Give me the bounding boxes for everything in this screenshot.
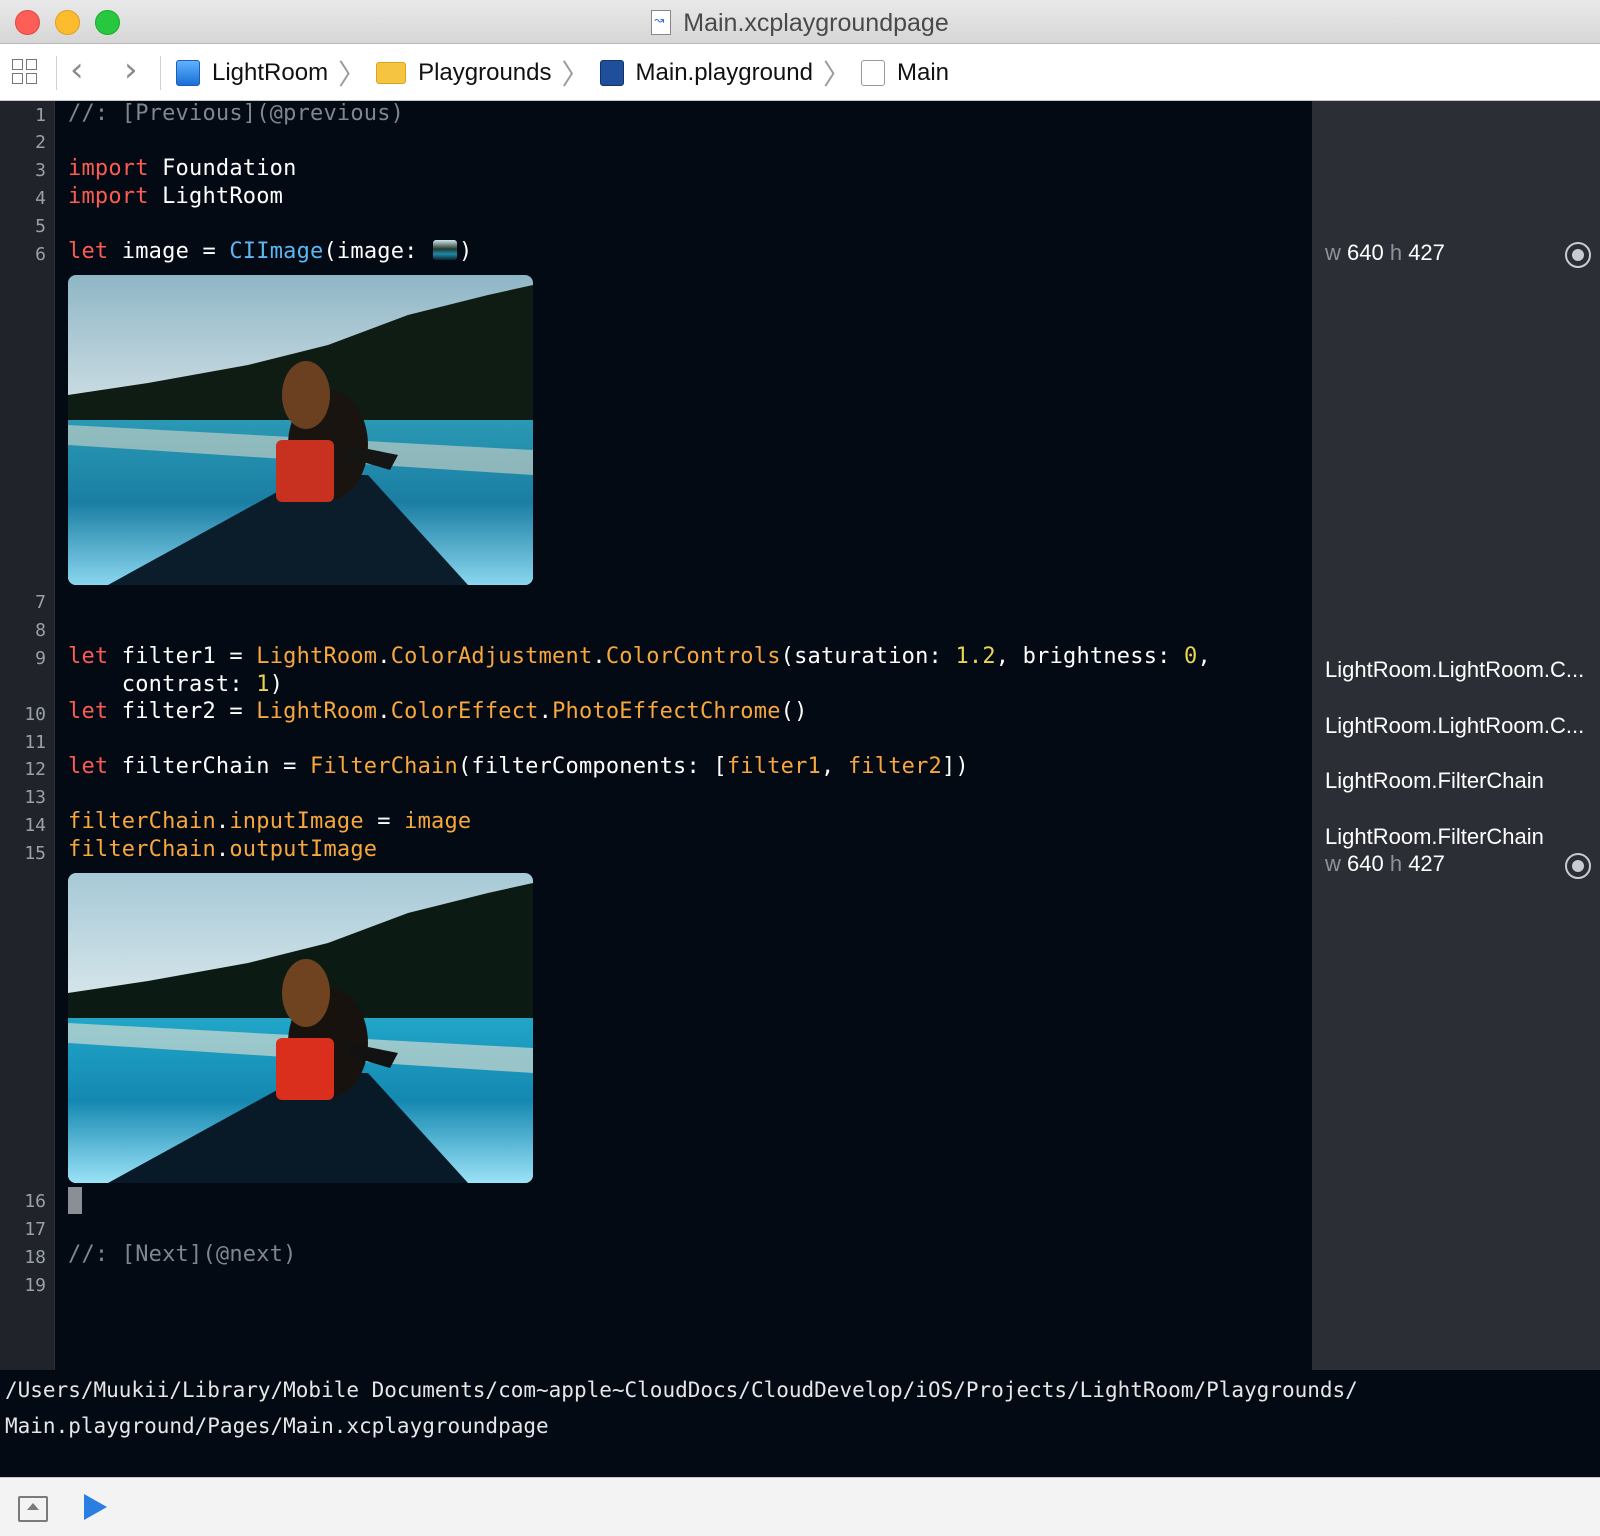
line-number: 15: [24, 843, 46, 864]
code-line-let-filterchain[interactable]: let filterChain = FilterChain(filterComp…: [68, 754, 969, 779]
project-icon: [176, 59, 200, 86]
folder-icon: [376, 61, 407, 84]
source-editor[interactable]: 1 2 3 4 5 6 7 8 9 10 11 12 13 14 15 16 1…: [0, 101, 1312, 1370]
debug-bar: [0, 1477, 1600, 1536]
line-number: 17: [24, 1219, 46, 1240]
result-filter2[interactable]: LightRoom.LightRoom.C...: [1325, 713, 1584, 739]
code-line-import-foundation[interactable]: import Foundation: [68, 156, 297, 181]
breadcrumb-main-playground[interactable]: Main.playground: [599, 59, 813, 87]
page-icon: [860, 59, 885, 86]
line-number: 3: [35, 160, 46, 181]
debug-console[interactable]: /Users/Muukii/Library/Mobile Documents/c…: [0, 1370, 1600, 1477]
breadcrumb-playgrounds[interactable]: Playgrounds: [376, 59, 552, 87]
code-line-let-image[interactable]: let image = CIImage(image: ): [68, 239, 473, 264]
canoe-lake-photo-filtered: [68, 873, 533, 1183]
breadcrumb: LightRoom 〉 Playgrounds 〉 Main.playgroun…: [176, 44, 949, 101]
result-filterchain[interactable]: LightRoom.FilterChain: [1325, 768, 1544, 794]
line-number: 4: [35, 188, 46, 209]
inline-image-result[interactable]: [68, 275, 533, 585]
code-line-output-image[interactable]: filterChain.outputImage: [68, 837, 377, 862]
line-number: 5: [35, 216, 46, 237]
code-line-import-lightroom[interactable]: import LightRoom: [68, 184, 283, 209]
jump-bar: ‹ › LightRoom 〉 Playgrounds 〉 Main.playg…: [0, 44, 1600, 101]
line-number: 6: [35, 244, 46, 265]
hide-debug-area-icon[interactable]: [18, 1496, 48, 1522]
back-chevron-icon[interactable]: ‹: [70, 53, 84, 87]
playground-icon: [599, 59, 624, 86]
line-number: 14: [24, 815, 46, 836]
result-output-image-size[interactable]: w 640 h 427: [1325, 851, 1445, 877]
console-output-line: /Users/Muukii/Library/Mobile Documents/c…: [5, 1378, 1358, 1402]
quick-look-icon[interactable]: [1565, 853, 1591, 879]
result-filter1[interactable]: LightRoom.LightRoom.C...: [1325, 657, 1584, 683]
title-bar: Main.xcplaygroundpage: [0, 0, 1600, 44]
playground-page-icon: [651, 10, 672, 35]
line-number: 8: [35, 620, 46, 641]
image-literal-icon[interactable]: [433, 240, 458, 260]
line-number: 9: [35, 648, 46, 669]
inline-image-result-filtered[interactable]: [68, 873, 533, 1183]
line-number: 19: [24, 1275, 46, 1296]
divider: [160, 56, 161, 90]
divider: [56, 56, 57, 90]
window-title: Main.xcplaygroundpage: [0, 9, 1600, 38]
line-number-gutter: 1 2 3 4 5 6 7 8 9 10 11 12 13 14 15 16 1…: [0, 101, 55, 1370]
console-output-line: Main.playground/Pages/Main.xcplaygroundp…: [5, 1414, 549, 1438]
code-line-filter1-wrap[interactable]: contrast: 1): [68, 672, 283, 697]
code-line-input-image[interactable]: filterChain.inputImage = image: [68, 809, 471, 834]
line-number: 11: [24, 732, 46, 753]
chevron-right-icon: 〉: [561, 57, 590, 91]
text-cursor: [68, 1187, 82, 1214]
quick-look-icon[interactable]: [1565, 242, 1591, 268]
code-line-let-filter2[interactable]: let filter2 = LightRoom.ColorEffect.Phot…: [68, 699, 808, 724]
line-number: 10: [24, 704, 46, 725]
related-items-grid-icon[interactable]: [12, 59, 40, 87]
line-number: 18: [24, 1247, 46, 1268]
line-number: 7: [35, 592, 46, 613]
chevron-right-icon: 〉: [822, 57, 851, 91]
run-playground-icon[interactable]: [84, 1494, 107, 1520]
chevron-right-icon: 〉: [338, 57, 367, 91]
line-number: 1: [35, 105, 46, 126]
breadcrumb-main[interactable]: Main: [860, 59, 949, 87]
xcode-window: Main.xcplaygroundpage ‹ › LightRoom 〉 Pl…: [0, 0, 1600, 1536]
breadcrumb-lightroom[interactable]: LightRoom: [176, 59, 328, 87]
line-number: 2: [35, 132, 46, 153]
code-line-previous-comment[interactable]: //: [Previous](@previous): [68, 101, 404, 126]
line-number: 12: [24, 759, 46, 780]
result-filterchain-input[interactable]: LightRoom.FilterChain: [1325, 824, 1544, 850]
line-number: 13: [24, 787, 46, 808]
code-line-next-comment[interactable]: //: [Next](@next): [68, 1242, 297, 1267]
forward-chevron-icon[interactable]: ›: [124, 53, 138, 87]
canoe-lake-photo: [68, 275, 533, 585]
result-image-size[interactable]: w 640 h 427: [1325, 240, 1445, 266]
code-line-let-filter1[interactable]: let filter1 = LightRoom.ColorAdjustment.…: [68, 644, 1211, 669]
line-number: 16: [24, 1191, 46, 1212]
